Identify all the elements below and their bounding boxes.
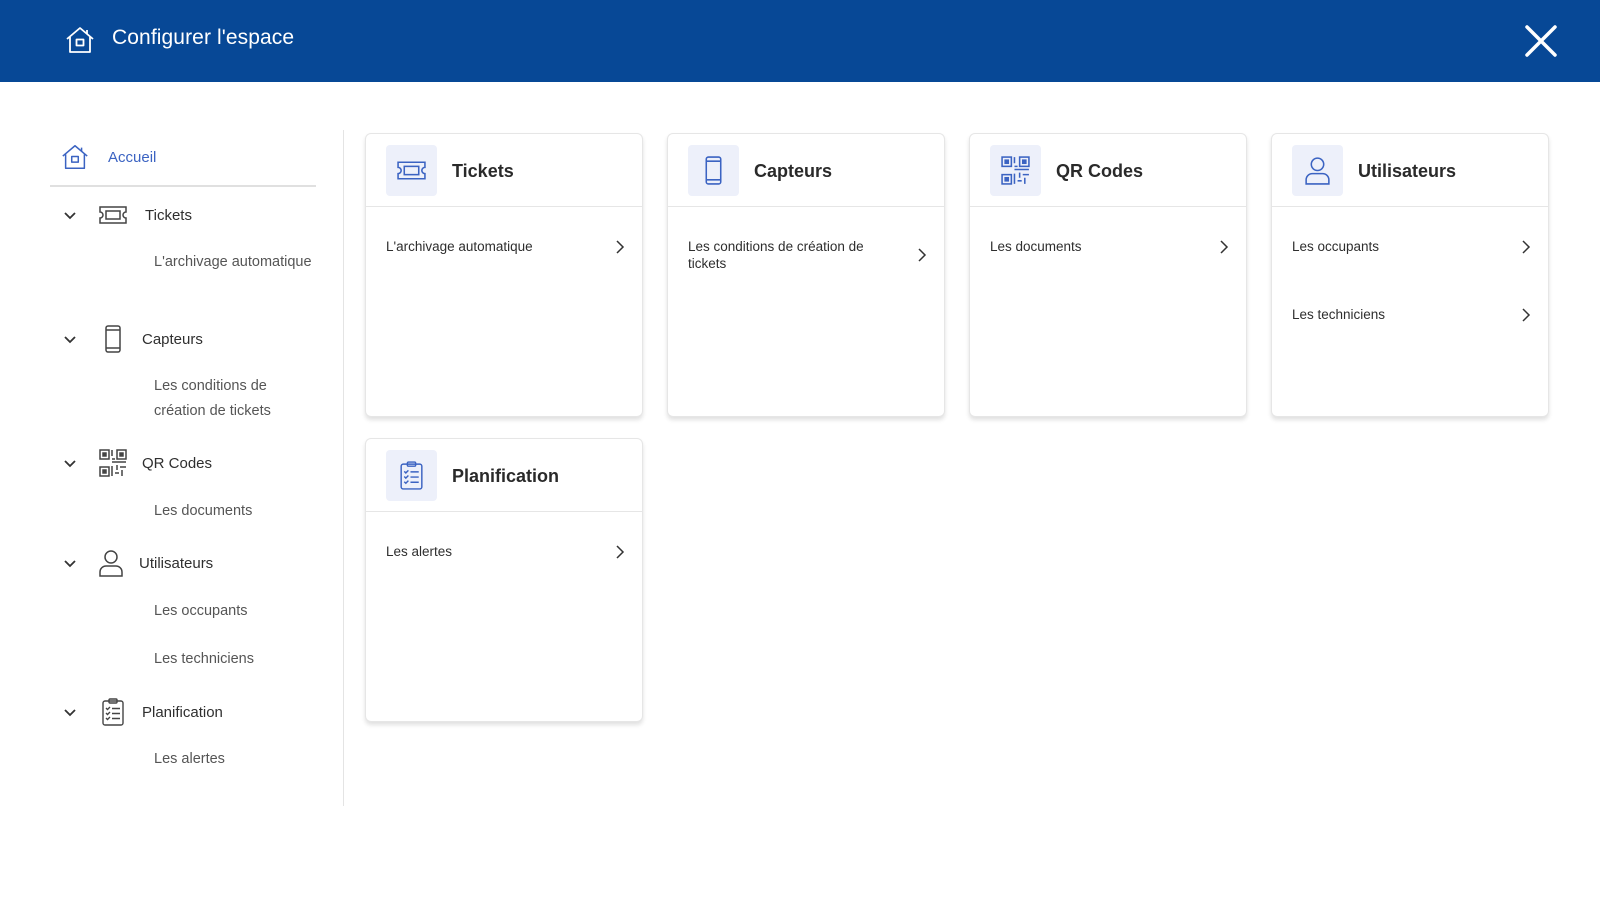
card-link-conditions[interactable]: Les conditions de création de tickets (688, 238, 928, 272)
chevron-down-icon[interactable] (62, 556, 78, 572)
page-title: Configurer l'espace (112, 26, 295, 49)
card-link-label: Les alertes (386, 544, 453, 559)
card-title: QR Codes (1056, 161, 1144, 181)
card-link-techniciens[interactable]: Les techniciens (1292, 306, 1532, 323)
home-icon (62, 145, 88, 169)
sidebar-group-label: Capteurs (142, 331, 203, 348)
sidebar-item-occupants[interactable]: Les occupants (154, 599, 314, 624)
card-title: Tickets (452, 161, 514, 181)
ticket-icon (99, 206, 127, 224)
sidebar-item-archivage[interactable]: L'archivage automatique (154, 250, 314, 275)
card-qr-codes: QR Codes Les documents (969, 133, 1247, 417)
card-link-label: Les conditions de création de tickets (688, 239, 864, 271)
card-utilisateurs: Utilisateurs Les occupants Les technicie… (1271, 133, 1549, 417)
sidebar-item-techniciens[interactable]: Les techniciens (154, 647, 314, 672)
card-link-label: L'archivage automatique (386, 239, 533, 254)
chevron-right-icon (616, 240, 625, 254)
sidebar-nav: Accueil Tickets L'archivage automatique … (50, 130, 344, 806)
card-capteurs: Capteurs Les conditions de création de t… (667, 133, 945, 417)
card-icon-box (386, 145, 437, 196)
chevron-down-icon[interactable] (62, 456, 78, 472)
card-link-label: Les occupants (1292, 239, 1380, 254)
qr-code-icon (99, 449, 127, 477)
chevron-right-icon (1522, 308, 1531, 322)
home-icon (66, 27, 94, 53)
sidebar-item-conditions[interactable]: Les conditions de création de tickets (154, 374, 314, 424)
card-title: Capteurs (754, 161, 833, 181)
card-link-label: Les documents (990, 239, 1082, 254)
chevron-right-icon (918, 248, 927, 262)
phone-sensor-icon (105, 325, 121, 353)
sidebar-group-label: Utilisateurs (139, 555, 214, 572)
sidebar-group-label: QR Codes (142, 455, 213, 472)
qr-code-icon (1001, 156, 1030, 185)
sidebar-group-qr-codes[interactable]: QR Codes (50, 444, 330, 484)
card-icon-box (386, 450, 437, 501)
sidebar-group-capteurs[interactable]: Capteurs (50, 320, 330, 360)
card-icon-box (688, 145, 739, 196)
ticket-icon (397, 161, 426, 180)
top-bar: Configurer l'espace (0, 0, 1600, 82)
card-header: Utilisateurs (1272, 134, 1548, 207)
chevron-right-icon (1220, 240, 1229, 254)
sidebar-home-label: Accueil (108, 149, 157, 166)
card-link-alertes[interactable]: Les alertes (386, 543, 626, 560)
sidebar-group-planification[interactable]: Planification (50, 693, 330, 733)
card-link-label: Les techniciens (1292, 307, 1386, 322)
sidebar-group-label: Tickets (145, 207, 192, 224)
card-title: Utilisateurs (1358, 161, 1457, 181)
user-icon (1305, 157, 1330, 185)
close-icon[interactable] (1522, 22, 1560, 60)
clipboard-checklist-icon (102, 698, 124, 726)
sidebar-item-documents[interactable]: Les documents (154, 499, 314, 524)
card-link-occupants[interactable]: Les occupants (1292, 238, 1532, 255)
card-header: Capteurs (668, 134, 944, 207)
card-title: Planification (452, 466, 560, 486)
chevron-right-icon (1522, 240, 1531, 254)
card-planification: Planification Les alertes (365, 438, 643, 722)
phone-sensor-icon (705, 156, 722, 185)
card-tickets: Tickets L'archivage automatique (365, 133, 643, 417)
sidebar-group-tickets[interactable]: Tickets (50, 196, 330, 236)
card-icon-box (990, 145, 1041, 196)
sidebar-item-home[interactable]: Accueil (50, 130, 316, 187)
clipboard-checklist-icon (400, 461, 423, 490)
sidebar-group-label: Planification (142, 704, 223, 721)
card-link-documents[interactable]: Les documents (990, 238, 1230, 255)
sidebar-group-utilisateurs[interactable]: Utilisateurs (50, 544, 330, 584)
card-header: Planification (366, 439, 642, 512)
chevron-down-icon[interactable] (62, 332, 78, 348)
chevron-down-icon[interactable] (62, 705, 78, 721)
card-icon-box (1292, 145, 1343, 196)
card-link-archivage[interactable]: L'archivage automatique (386, 238, 626, 255)
user-icon (99, 550, 123, 577)
chevron-right-icon (616, 545, 625, 559)
card-header: Tickets (366, 134, 642, 207)
chevron-down-icon[interactable] (62, 208, 78, 224)
card-header: QR Codes (970, 134, 1246, 207)
sidebar-item-alertes[interactable]: Les alertes (154, 747, 314, 772)
